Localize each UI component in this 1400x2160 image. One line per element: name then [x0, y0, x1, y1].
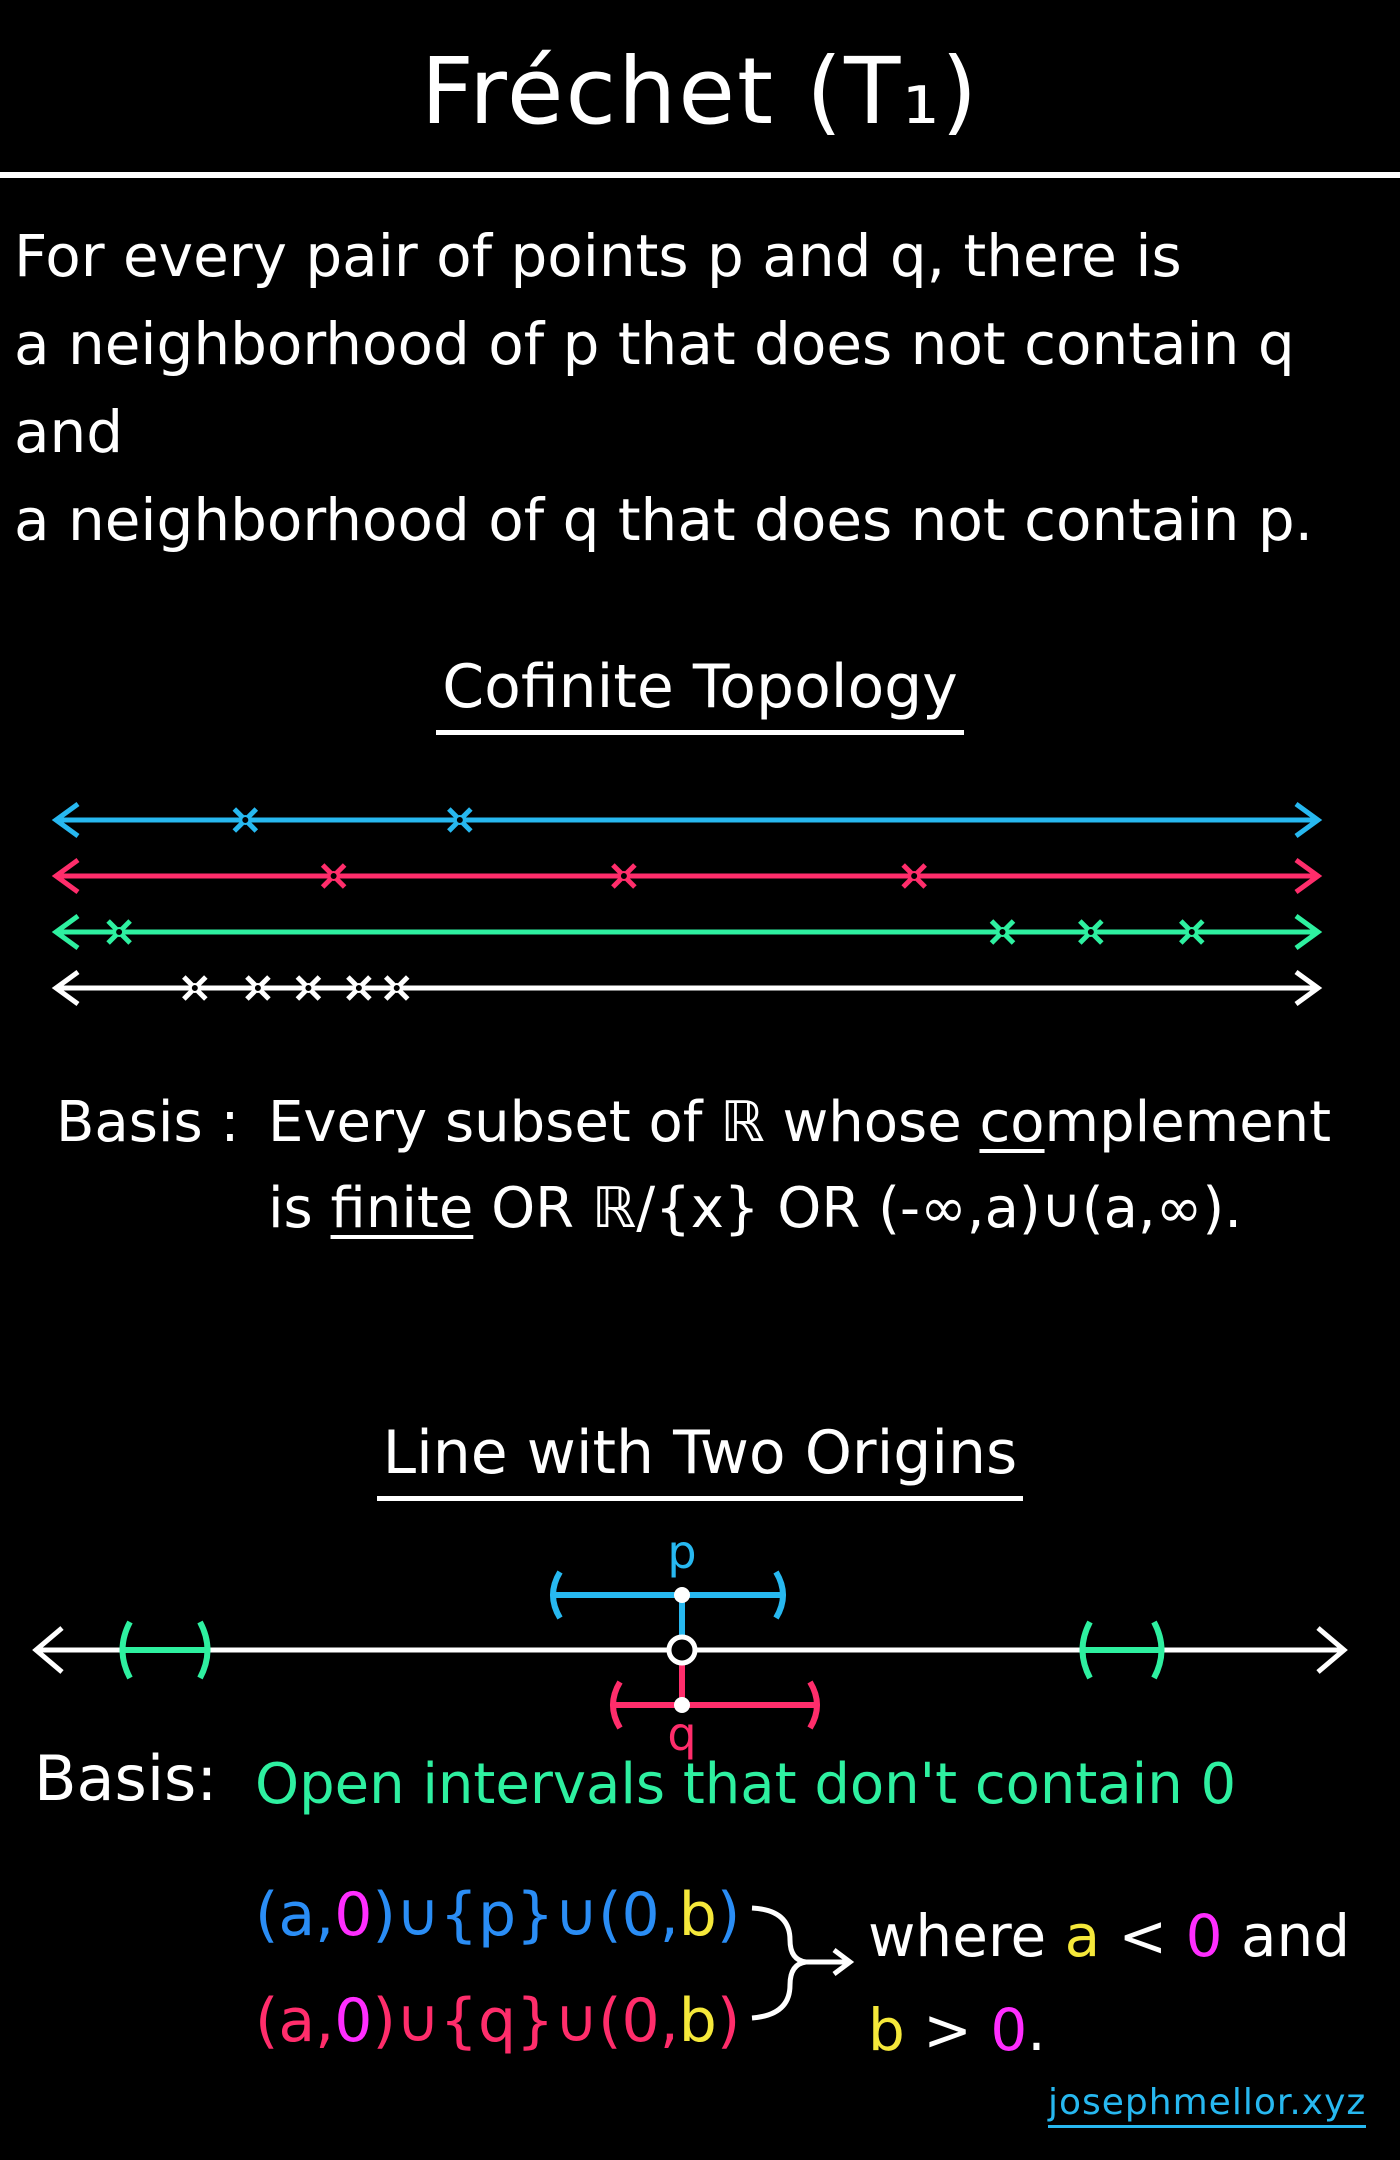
q-neighborhood [610, 1650, 820, 1730]
condition-line-1: where a < 0 and [868, 1902, 1350, 1970]
page-title: Fréchet (T₁) [420, 38, 980, 145]
definition-text: For every pair of points p and q, there … [14, 212, 1386, 564]
point-p-dot [674, 1587, 690, 1603]
title-divider [0, 172, 1400, 178]
cond-lt: < [1100, 1902, 1186, 1970]
cofinite-line-1-removed-point-2-hole [454, 815, 465, 825]
cond-b: b [868, 1996, 905, 2064]
cond-period: . [1027, 1996, 1046, 2064]
credit-link[interactable]: josephmellor.xyz [1048, 2082, 1367, 2128]
cofinite-basis-text-a: Every subset of ℝ whose [268, 1090, 980, 1155]
cofinite-line-2-removed-point-1-hole [328, 871, 339, 881]
cofinite-line-3-removed-point-2-hole [997, 927, 1008, 937]
cofinite-basis-or: OR ℝ/{x} OR (-∞,a)∪(a,∞). [473, 1176, 1242, 1241]
cofinite-line-4-removed-point-5-hole [391, 983, 402, 993]
cofinite-heading: Cofinite Topology [0, 652, 1400, 735]
cond-where: where [868, 1902, 1065, 1970]
right-side-interval [1079, 1620, 1165, 1680]
cofinite-basis-row-1: Basis : Every subset of ℝ whose complemen… [56, 1080, 1386, 1166]
two-origins-heading-text: Line with Two Origins [376, 1418, 1024, 1501]
cofinite-line-2-removed-point-3-hole [909, 871, 920, 881]
two-origins-basis-text: Open intervals that don't contain 0 [255, 1752, 1237, 1817]
p-neighborhood [550, 1570, 786, 1650]
cofinite-line-2-removed-point-2-hole [618, 871, 629, 881]
line-with-two-origins-diagram: p q [32, 1525, 1348, 1761]
two-origins-heading: Line with Two Origins [0, 1418, 1400, 1501]
definition-line-2: a neighborhood of p that does not contai… [14, 310, 1295, 466]
curly-brace-icon [751, 1905, 807, 2021]
cofinite-line-3-removed-point-4-hole [1186, 927, 1197, 937]
cofinite-line-3-removed-point-3-hole [1085, 927, 1096, 937]
cond-a: a [1064, 1902, 1101, 1970]
cofinite-lines-diagram [51, 801, 1323, 1007]
origin-hole [666, 1634, 698, 1666]
condition-line-2: b > 0. [868, 1996, 1046, 2064]
cofinite-basis: Basis : Every subset of ℝ whose complemen… [56, 1080, 1386, 1252]
two-origins-basis-label: Basis: [34, 1742, 218, 1815]
cofinite-basis-text-b: mplement [1044, 1090, 1332, 1155]
cond-zero-2: 0 [990, 1996, 1028, 2064]
cofinite-basis-row-2: is finite OR ℝ/{x} OR (-∞,a)∪(a,∞). [56, 1166, 1386, 1252]
cofinite-line-3-removed-point-1-hole [114, 927, 125, 937]
definition-line-3: a neighborhood of q that does not contai… [14, 486, 1314, 554]
cofinite-line-1-removed-point-1-hole [240, 815, 251, 825]
cofinite-line-4-removed-point-4-hole [353, 983, 364, 993]
p-label: p [667, 1525, 696, 1579]
cofinite-line-4-removed-point-3-hole [303, 983, 314, 993]
cofinite-basis-finite: finite [330, 1176, 474, 1241]
cofinite-basis-label: Basis : [56, 1090, 240, 1155]
definition-line-1: For every pair of points p and q, there … [14, 222, 1182, 290]
cond-and: and [1222, 1902, 1351, 1970]
cofinite-heading-text: Cofinite Topology [436, 652, 964, 735]
cofinite-basis-co: co [979, 1090, 1045, 1155]
cofinite-basis-is: is [268, 1176, 331, 1241]
cofinite-line-4-removed-point-1-hole [189, 983, 200, 993]
cofinite-line-4-removed-point-2-hole [252, 983, 263, 993]
cond-zero-1: 0 [1185, 1902, 1223, 1970]
left-side-interval [119, 1620, 211, 1680]
cond-gt: > [904, 1996, 991, 2064]
